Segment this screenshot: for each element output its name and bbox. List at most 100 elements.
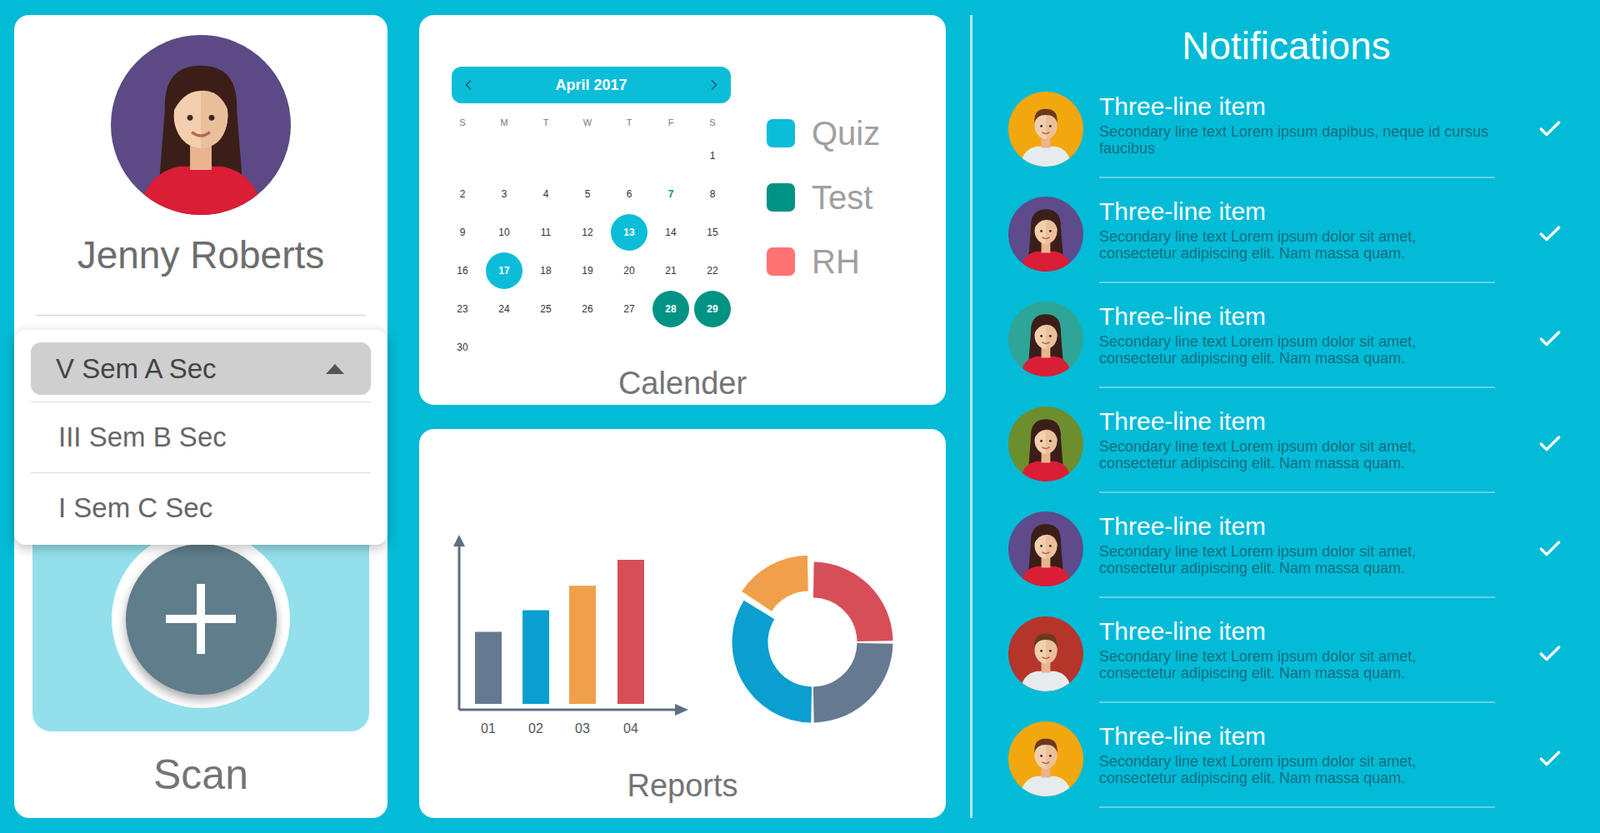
menu-option[interactable]: I Sem C Sec [14,473,388,544]
calendar-day[interactable]: 12 [581,225,593,240]
month-header: April 2017 [451,66,731,104]
calendar-day[interactable]: 27 [623,301,635,317]
bar-chart: 01020304 [450,533,700,742]
dashboard: Jenny RobertsScanV Sem A SecIII Sem B Se… [0,0,1600,833]
avatar [1008,721,1084,797]
notification-item[interactable]: Three-line itemSecondary line text Lorem… [1008,91,1600,197]
week-row: 2 3 4 5 6 7 8 [441,175,734,214]
calendar-day[interactable]: 13 [610,214,648,251]
scan-button[interactable] [125,544,277,695]
calendar-day[interactable]: 25 [540,301,551,317]
calendar-day[interactable]: 23 [456,301,468,317]
week-row: 23 24 25 26 27 2829 [441,290,734,329]
notification-item[interactable]: Three-line itemSecondary line text Lorem… [1008,196,1600,302]
svg-text:03: 03 [575,721,590,736]
donut-chart [720,550,905,735]
calendar-day[interactable]: 9 [460,225,466,240]
check-icon[interactable] [1536,115,1564,143]
panel-divider [970,15,973,819]
notification-item[interactable]: Three-line itemSecondary line text Lorem… [1008,511,1600,617]
donut-segment [813,643,875,705]
notification-item[interactable]: Three-line itemSecondary line text Lorem… [1008,721,1600,827]
reports-caption: Reports [419,767,946,805]
menu-option[interactable]: V Sem A Sec [30,342,371,395]
avatar [1008,196,1084,272]
calendar-day[interactable]: 17 [485,252,523,290]
calendar-day[interactable]: 24 [498,301,510,317]
person-icon [1008,91,1084,167]
notification-title: Three-line item [1099,616,1495,647]
calendar-day[interactable]: 8 [710,186,716,202]
caret-up-icon [325,364,345,375]
check-icon[interactable] [1536,745,1564,773]
reports-card: 01020304Reports [419,429,946,819]
calendar-day[interactable]: 3 [501,186,508,202]
svg-text:04: 04 [623,721,639,736]
plus-icon [165,584,236,655]
calendar-day[interactable]: 30 [456,340,468,355]
bar: 01 [475,632,502,737]
calendar-day[interactable]: 4 [543,186,550,202]
calendar-day[interactable]: 26 [581,301,593,317]
check-icon[interactable] [1536,640,1564,668]
week-row: 30 [441,328,734,367]
calendar-day[interactable]: 7 [668,186,675,202]
scan-label: Scan [14,750,388,800]
legend-item: RH [766,229,880,294]
check-icon[interactable] [1536,325,1564,353]
person-icon [1008,721,1084,797]
notification-item[interactable]: Three-line itemSecondary line text Lorem… [1008,301,1600,407]
calendar-day[interactable]: 19 [581,263,593,279]
person-icon [1008,406,1084,482]
donut-segment [813,580,875,642]
notifications-title: Notifications [972,0,1600,92]
prev-month-icon[interactable] [460,76,477,94]
person-icon [1008,616,1084,692]
semester-menu: V Sem A Sec III Sem B SecI Sem C Sec [14,330,388,545]
svg-text:01: 01 [480,721,496,736]
notification-title: Three-line item [1099,406,1495,437]
notification-text: Secondary line text Lorem ipsum dapibus,… [1099,123,1495,157]
calendar-day[interactable]: 10 [498,225,510,240]
calendar-day[interactable]: 1 [710,148,716,164]
avatar [1008,301,1084,377]
avatar [1008,616,1084,692]
avatar [1008,511,1084,587]
calendar-day[interactable]: 21 [665,263,676,279]
legend-swatch [766,247,795,276]
calendar-day[interactable]: 6 [626,186,633,202]
person-icon [110,35,291,215]
person-icon [1008,196,1084,272]
donut-segment [756,573,808,602]
menu-option[interactable]: III Sem B Sec [14,402,388,473]
calendar-day[interactable]: 2 [460,186,466,202]
calendar-day[interactable]: 15 [706,225,718,240]
notification-title: Three-line item [1099,91,1495,122]
legend-swatch [766,183,795,212]
calendar-day[interactable]: 29 [694,290,731,328]
calendar-day[interactable]: 28 [652,290,690,328]
calendar-day[interactable]: 11 [540,225,551,240]
check-icon[interactable] [1536,220,1564,248]
avatar [1008,91,1084,167]
divider [35,315,366,316]
calendar-day[interactable]: 5 [585,186,591,202]
notification-title: Three-line item [1099,721,1495,752]
notification-text: Secondary line text Lorem ipsum dolor si… [1099,753,1495,787]
notification-text: Secondary line text Lorem ipsum dolor si… [1099,648,1495,682]
weekday-row: SMTWTFS [441,108,734,137]
calendar-day[interactable]: 20 [623,263,635,279]
calendar-day[interactable]: 16 [456,263,468,279]
calendar-day[interactable]: 14 [665,225,676,240]
calendar-day[interactable]: 22 [706,263,718,279]
avatar [110,35,291,215]
notification-item[interactable]: Three-line itemSecondary line text Lorem… [1008,406,1600,512]
legend-swatch [766,119,795,148]
legend-item: Test [766,165,880,230]
check-icon[interactable] [1536,535,1564,563]
calendar-day[interactable]: 18 [540,263,551,279]
check-icon[interactable] [1536,430,1564,458]
next-month-icon[interactable] [705,76,723,94]
notification-item[interactable]: Three-line itemSecondary line text Lorem… [1008,616,1600,722]
notification-text: Secondary line text Lorem ipsum dolor si… [1099,438,1495,472]
